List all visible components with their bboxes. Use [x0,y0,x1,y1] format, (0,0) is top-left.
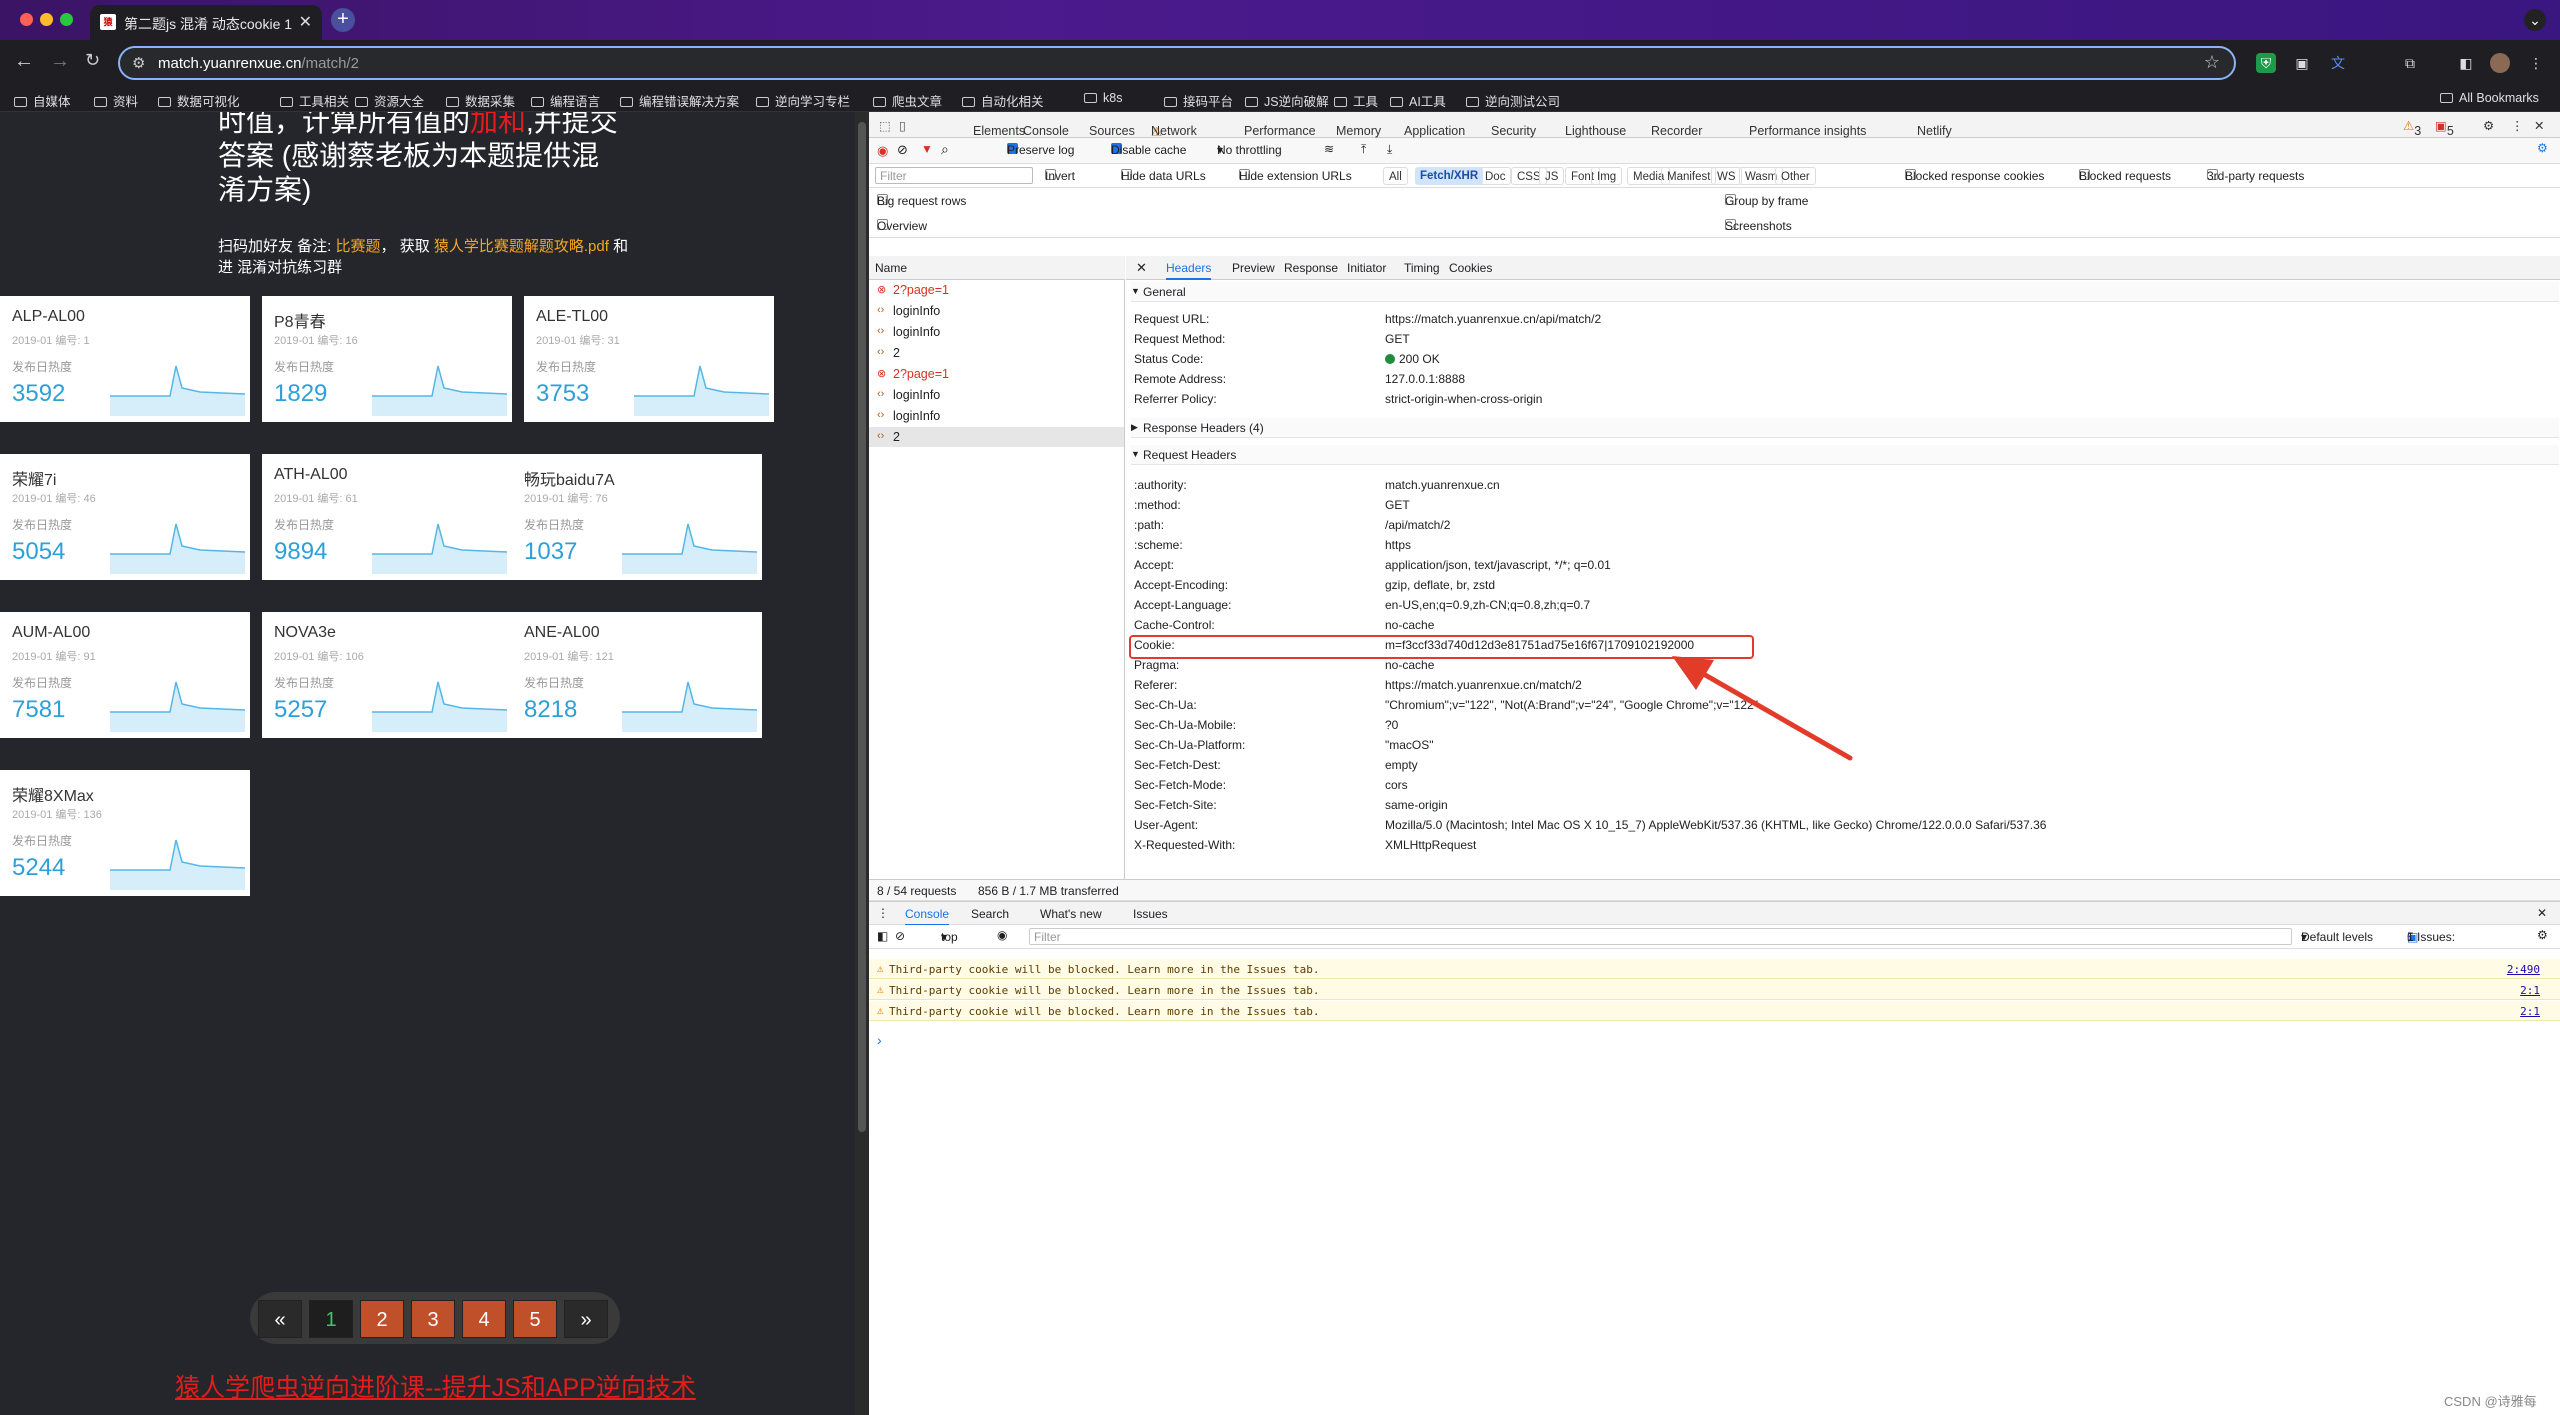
watermark: CSDN @诗雅每 [2444,1394,2537,1409]
arrow-head [1672,656,1714,690]
annotation-arrow [1672,656,1853,761]
arrow-shaft [1697,669,1853,761]
